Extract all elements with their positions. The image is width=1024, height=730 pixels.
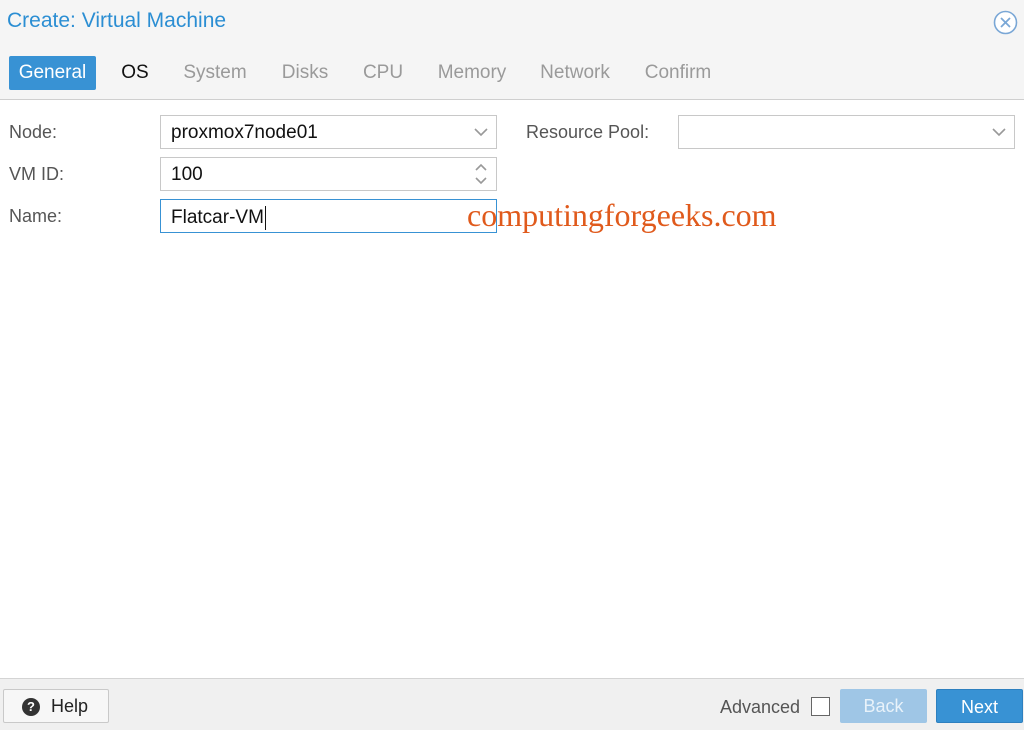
vmid-value: 100 [171, 164, 203, 186]
advanced-checkbox[interactable] [811, 697, 830, 716]
name-input[interactable]: Flatcar-VM [160, 199, 497, 233]
dialog-title: Create: Virtual Machine [7, 9, 226, 33]
name-label: Name: [9, 206, 62, 227]
tab-disks[interactable]: Disks [271, 56, 339, 90]
chevron-down-icon[interactable] [466, 116, 496, 148]
close-icon[interactable] [993, 10, 1018, 35]
wizard-tabs: General OS System Disks CPU Memory Netwo… [0, 44, 1024, 100]
watermark-text: computingforgeeks.com [467, 197, 777, 234]
node-value: proxmox7node01 [171, 122, 318, 144]
dialog-footer: ? Help Advanced Back Next [0, 678, 1024, 730]
tab-confirm[interactable]: Confirm [634, 56, 722, 90]
node-label: Node: [9, 122, 57, 143]
create-vm-dialog: Create: Virtual Machine General OS Syste… [0, 0, 1024, 730]
resource-pool-label: Resource Pool: [526, 122, 649, 143]
name-value-wrap: Flatcar-VM [171, 206, 266, 230]
help-label: Help [51, 696, 88, 717]
tab-general[interactable]: General [9, 56, 96, 90]
resource-pool-select[interactable] [678, 115, 1015, 149]
name-value: Flatcar-VM [171, 207, 264, 228]
help-button[interactable]: ? Help [3, 689, 109, 723]
chevron-down-icon[interactable] [984, 116, 1014, 148]
question-circle-icon: ? [22, 698, 40, 716]
tab-memory[interactable]: Memory [428, 56, 516, 90]
vmid-label: VM ID: [9, 164, 64, 185]
node-select[interactable]: proxmox7node01 [160, 115, 497, 149]
tab-system[interactable]: System [174, 56, 256, 90]
back-button[interactable]: Back [840, 689, 927, 723]
tab-os[interactable]: OS [108, 56, 162, 90]
dialog-titlebar: Create: Virtual Machine [0, 0, 1024, 44]
tab-cpu[interactable]: CPU [353, 56, 413, 90]
vmid-spinner[interactable]: 100 [160, 157, 497, 191]
tab-network[interactable]: Network [530, 56, 620, 90]
spinner-updown-icon[interactable] [466, 158, 496, 190]
text-caret [265, 206, 266, 230]
next-button[interactable]: Next [936, 689, 1023, 723]
advanced-label: Advanced [720, 697, 800, 718]
